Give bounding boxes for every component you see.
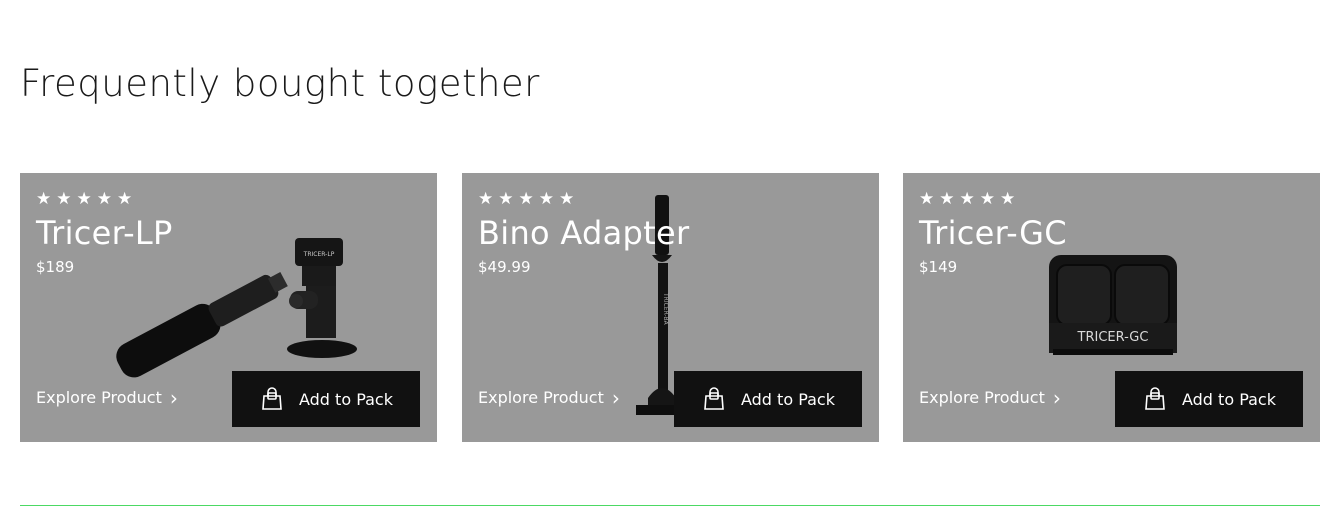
add-to-pack-label: Add to Pack	[1181, 389, 1276, 409]
chevron-right-icon: ›	[1052, 386, 1061, 410]
add-to-pack-button[interactable]: Add to Pack	[1115, 371, 1303, 427]
shopping-bag-icon	[1145, 387, 1165, 410]
explore-product-link[interactable]: Explore Product ›	[919, 387, 1061, 409]
rating-stars: ★★★★★	[919, 189, 1021, 209]
explore-label: Explore Product	[36, 388, 162, 407]
chevron-right-icon: ›	[611, 386, 620, 410]
explore-product-link[interactable]: Explore Product ›	[36, 387, 178, 409]
rating-stars: ★★★★★	[36, 189, 138, 209]
product-price: $49.99	[478, 258, 531, 276]
image-text: TRICER-LP	[303, 251, 335, 258]
product-card-tricer-gc: TRICER-GC ★★★★★ Tricer-GC $149 Explore P…	[903, 173, 1320, 442]
shopping-bag-icon	[262, 387, 282, 410]
shopping-bag-icon	[704, 387, 724, 410]
product-name: Tricer-LP	[36, 214, 173, 252]
product-card-tricer-lp: TRICER-LP ★★★★★ Tricer-LP $189 Explore P…	[20, 173, 437, 442]
add-to-pack-label: Add to Pack	[298, 389, 393, 409]
explore-label: Explore Product	[478, 388, 604, 407]
add-to-pack-button[interactable]: Add to Pack	[674, 371, 862, 427]
section-title: Frequently bought together	[20, 62, 540, 105]
explore-product-link[interactable]: Explore Product ›	[478, 387, 620, 409]
chevron-right-icon: ›	[169, 386, 178, 410]
product-price: $149	[919, 258, 958, 276]
explore-label: Explore Product	[919, 388, 1045, 407]
product-card-bino-adapter: TRICER-BA ★★★★★ Bino Adapter $49.99 Expl…	[462, 173, 879, 442]
rating-stars: ★★★★★	[478, 189, 580, 209]
add-to-pack-button[interactable]: Add to Pack	[232, 371, 420, 427]
product-name: Tricer-GC	[919, 214, 1067, 252]
product-name: Bino Adapter	[478, 214, 690, 252]
add-to-pack-label: Add to Pack	[740, 389, 835, 409]
image-text: TRICER-BA	[662, 292, 669, 326]
product-price: $189	[36, 258, 75, 276]
image-text: TRICER-GC	[1077, 330, 1149, 345]
section-divider	[20, 505, 1320, 506]
